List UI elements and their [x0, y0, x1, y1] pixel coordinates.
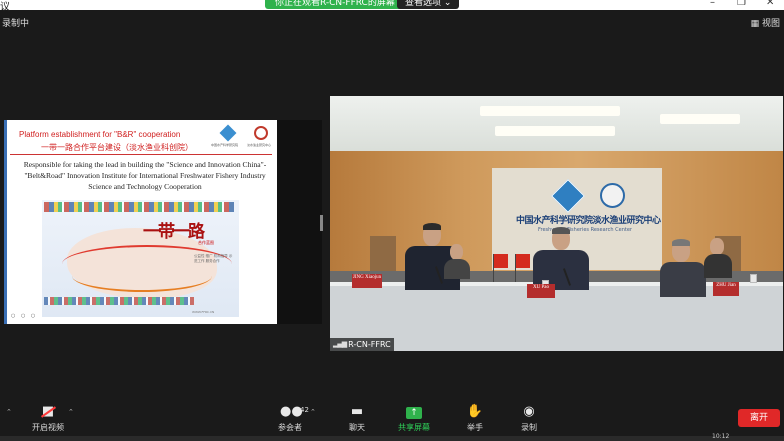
slide-title-divider [10, 154, 272, 155]
map-title: 一带一路 [143, 222, 205, 242]
logo-right-caption: 淡水渔业研究中心 [247, 143, 272, 147]
shared-slide: Platform establishment for "B&R" coopera… [4, 120, 277, 324]
video-tile[interactable]: 中国水产科学研究院淡水渔业研究中心 Freshwater Fisheries R… [330, 96, 783, 351]
screen-share-banner: 你正在观看R-CN-FFRC的屏幕 [265, 0, 403, 9]
participants-label: 参会者 [278, 423, 302, 432]
flag-row-top [44, 202, 234, 212]
taskbar-clock: 10:12 [712, 433, 730, 440]
china-flag-icon [494, 254, 508, 268]
participants-button[interactable]: ●● 42 参会者 [275, 403, 309, 433]
slide-side-bar [4, 120, 7, 324]
map-notes: 公益性·推广 机构指导 示范工作 服务合作 [194, 254, 233, 263]
view-options-button[interactable]: 查看选项 ⌄ [397, 0, 460, 9]
wall-sign: 中国水产科学研究院淡水渔业研究中心 [516, 216, 661, 226]
start-video-label: 开启视频 [32, 423, 64, 432]
video-camera-muted-icon: ■ [40, 403, 57, 421]
raise-hand-button[interactable]: ✋ 举手 [464, 403, 486, 433]
app-title: 议 [0, 2, 10, 13]
ceiling-light [480, 106, 620, 116]
meeting-toolbar: ⌃ ■ 开启视频 ⌃ ●●42 参会者 ⌃ ▬ 聊天 ↑ 共享屏幕 ✋ 举手 ◉… [0, 398, 784, 441]
participants-count: 42 [300, 406, 309, 414]
share-panel-divider [277, 120, 323, 324]
china-flag-icon [516, 254, 530, 268]
silk-road-route-sea [72, 260, 212, 292]
share-screen-button[interactable]: ↑ 共享屏幕 [396, 403, 432, 433]
ceiling-light [495, 126, 615, 136]
record-label: 录制 [521, 423, 537, 432]
signal-bars-icon: ▂▄▆ [333, 340, 347, 348]
close-icon[interactable]: ✕ [766, 0, 774, 8]
ffrc-emblem-icon [600, 183, 625, 208]
record-button[interactable]: ◉ 录制 [517, 403, 541, 433]
share-screen-icon: ↑ [396, 403, 432, 421]
minimize-icon[interactable]: – [710, 0, 715, 8]
slide-title-en: Platform establishment for "B&R" coopera… [19, 130, 181, 139]
chat-label: 聊天 [349, 423, 365, 432]
video-options-caret[interactable]: ⌃ [68, 408, 74, 416]
raise-hand-icon: ✋ [466, 404, 484, 419]
logo-left-caption: 中国水产科学研究院 [211, 143, 239, 147]
start-video-button[interactable]: ■ 开启视频 [28, 403, 68, 433]
tea-cup [750, 274, 757, 283]
flag-row-bottom [44, 297, 194, 305]
record-icon: ◉ [523, 404, 535, 419]
participants-icon: ●● 42 [280, 403, 309, 421]
map-footer: WWW.FFRC.CN [192, 310, 215, 314]
nameplate: ZHU Jian [713, 282, 739, 296]
chat-button[interactable]: ▬ 聊天 [345, 403, 369, 433]
leave-meeting-button[interactable]: 离开 [738, 409, 780, 427]
participant-name: R-CN-FFRC [348, 340, 391, 349]
share-screen-label: 共享屏幕 [398, 423, 430, 432]
recording-indicator: 录制中 [2, 19, 30, 29]
nameplate: JING Xiaojun [352, 274, 382, 288]
restore-icon[interactable]: ❐ [737, 0, 746, 8]
participants-options-caret[interactable]: ⌃ [310, 408, 316, 416]
audio-options-caret[interactable]: ⌃ [6, 408, 12, 416]
cafs-logo-icon [219, 124, 237, 142]
map-subtitle: 合作蓝图 [198, 240, 214, 245]
ceiling-light [660, 114, 740, 124]
ffrc-logo-icon [254, 126, 268, 140]
resize-handle[interactable] [320, 215, 323, 231]
view-toggle-button[interactable]: ▦ 视图 [751, 16, 780, 29]
taskbar-strip: 10:12 [0, 433, 784, 441]
room-ceiling [330, 96, 783, 158]
slide-title-cn: 一带一路合作平台建设（淡水渔业科创院） [41, 143, 193, 152]
slide-body-text: Responsible for taking the lead in build… [23, 160, 267, 191]
nameplate: XU Pao [527, 284, 555, 298]
slide-nav-dots: ○ ○ ○ [11, 313, 38, 319]
belt-road-map-image: 一带一路 合作蓝图 公益性·推广 机构指导 示范工作 服务合作 WWW.FFRC… [42, 200, 239, 317]
raise-hand-label: 举手 [467, 423, 483, 432]
participant-name-label: ▂▄▆ R-CN-FFRC [330, 338, 394, 351]
chat-bubble-icon: ▬ [350, 404, 364, 419]
